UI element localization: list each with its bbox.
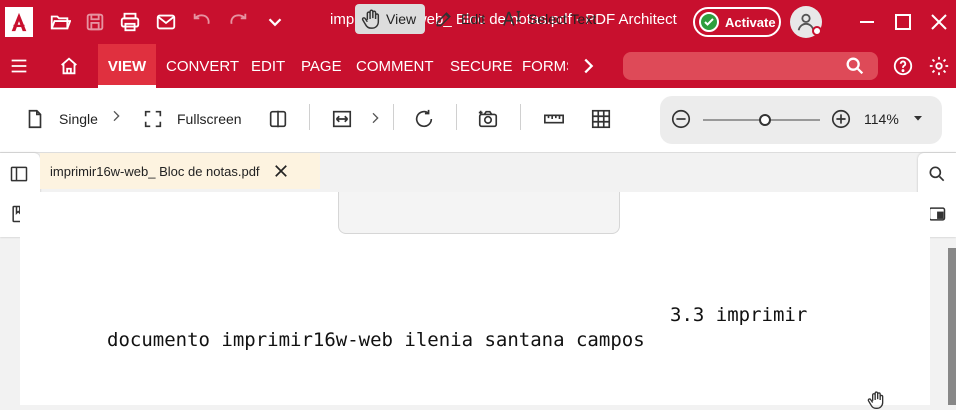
print-icon[interactable]	[118, 10, 142, 34]
tab-view[interactable]: VIEW	[98, 44, 156, 88]
document-tab[interactable]: imprimir16w-web_ Bloc de notas.pdf	[40, 153, 320, 189]
split-view-icon[interactable]	[267, 108, 289, 130]
pencil-icon	[436, 12, 451, 27]
sidebar-toggle-icon[interactable]	[9, 164, 29, 184]
check-icon	[699, 12, 719, 32]
activate-button[interactable]: Activate	[693, 7, 781, 37]
find-icon[interactable]	[927, 164, 947, 184]
view-mode-button[interactable]: View	[355, 4, 425, 34]
view-mode-label: View	[386, 11, 417, 27]
fullscreen-button[interactable]: Fullscreen	[142, 108, 242, 130]
text-cursor-icon	[503, 10, 521, 26]
undo-icon[interactable]	[190, 10, 214, 34]
tab-page[interactable]: PAGE	[301, 44, 342, 88]
toolbar-divider	[393, 104, 394, 130]
tab-secure[interactable]: SECURE	[450, 44, 513, 88]
zoom-value[interactable]: 114%	[864, 111, 899, 127]
fit-chevron-icon[interactable]	[367, 110, 383, 126]
hamburger-menu-icon[interactable]	[7, 54, 31, 78]
select-text-button[interactable]: Select Text	[502, 4, 596, 34]
close-tab-icon[interactable]	[272, 162, 290, 180]
search-icon[interactable]	[843, 54, 867, 78]
zoom-dropdown-icon[interactable]	[910, 110, 926, 126]
zoom-slider-thumb[interactable]	[759, 114, 771, 126]
mode-bar	[338, 192, 620, 234]
minimize-icon[interactable]	[855, 10, 879, 34]
fullscreen-label: Fullscreen	[177, 111, 242, 127]
home-icon[interactable]	[57, 54, 81, 78]
tab-forms[interactable]: FORMS	[522, 44, 568, 88]
close-window-icon[interactable]	[927, 10, 951, 34]
pdf-text-line-1: 3.3 imprimir	[670, 304, 808, 326]
single-label: Single	[59, 111, 98, 127]
chevron-right-icon[interactable]	[576, 54, 600, 78]
document-tab-label: imprimir16w-web_ Bloc de notas.pdf	[50, 163, 260, 179]
search-input[interactable]	[623, 52, 878, 80]
vertical-scrollbar[interactable]	[948, 248, 956, 405]
toolbar-divider	[456, 104, 457, 130]
mail-icon[interactable]	[154, 10, 178, 34]
snapshot-camera-icon[interactable]	[477, 108, 499, 130]
ruler-icon[interactable]	[541, 108, 567, 130]
pdf-text-line-2: documento imprimir16w-web ilenia santana…	[107, 329, 645, 351]
tab-convert[interactable]: CONVERT	[166, 44, 239, 88]
redo-icon[interactable]	[226, 10, 250, 34]
edit-mode-label: Edit	[461, 11, 486, 27]
fit-width-icon[interactable]	[331, 108, 353, 130]
rotate-icon[interactable]	[413, 108, 435, 130]
single-chevron-icon[interactable]	[108, 108, 124, 124]
toolbar-divider	[520, 104, 521, 130]
settings-gear-icon[interactable]	[927, 54, 951, 78]
activate-label: Activate	[725, 14, 776, 30]
zoom-out-icon[interactable]	[670, 108, 692, 130]
select-text-label: Select Text	[528, 11, 597, 27]
edit-mode-button[interactable]: Edit	[434, 4, 485, 34]
status-dot	[812, 26, 822, 36]
toolbar-divider	[309, 104, 310, 130]
fullscreen-icon	[144, 110, 162, 128]
tab-edit[interactable]: EDIT	[251, 44, 285, 88]
open-folder-icon[interactable]	[48, 10, 72, 34]
maximize-icon[interactable]	[891, 10, 915, 34]
chevron-down-icon[interactable]	[263, 10, 287, 34]
properties-panel-icon[interactable]	[927, 204, 947, 224]
hand-icon	[361, 9, 380, 29]
help-icon[interactable]	[891, 54, 915, 78]
hand-cursor-icon	[866, 390, 886, 410]
zoom-in-icon[interactable]	[830, 108, 852, 130]
page-icon	[28, 109, 42, 129]
app-logo-icon[interactable]	[5, 7, 33, 37]
grid-icon[interactable]	[590, 108, 612, 130]
save-icon[interactable]	[83, 10, 107, 34]
tab-comment[interactable]: COMMENT	[356, 44, 434, 88]
single-page-button[interactable]: Single	[24, 108, 98, 130]
